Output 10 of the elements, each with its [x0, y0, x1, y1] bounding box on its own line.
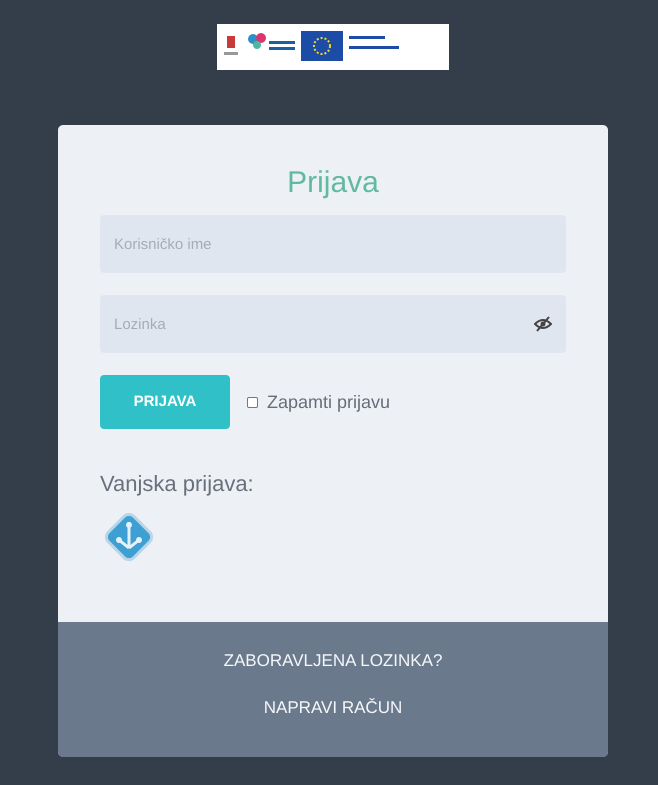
remember-label: Zapamti prijavu: [267, 390, 390, 414]
external-login-label: Vanjska prijava:: [100, 470, 255, 498]
password-field[interactable]: Lozinka: [100, 295, 566, 353]
username-field[interactable]: Korisničko ime: [100, 215, 566, 273]
login-button[interactable]: PRIJAVA: [100, 375, 230, 429]
remember-checkbox[interactable]: [247, 396, 258, 408]
login-title: Prijava: [286, 165, 380, 201]
eye-slash-icon[interactable]: [534, 316, 552, 332]
footer-link[interactable]: NAPRAVI RAČUN: [264, 694, 402, 720]
footer-link[interactable]: ZABORAVLJENA LOZINKA?: [224, 648, 442, 674]
